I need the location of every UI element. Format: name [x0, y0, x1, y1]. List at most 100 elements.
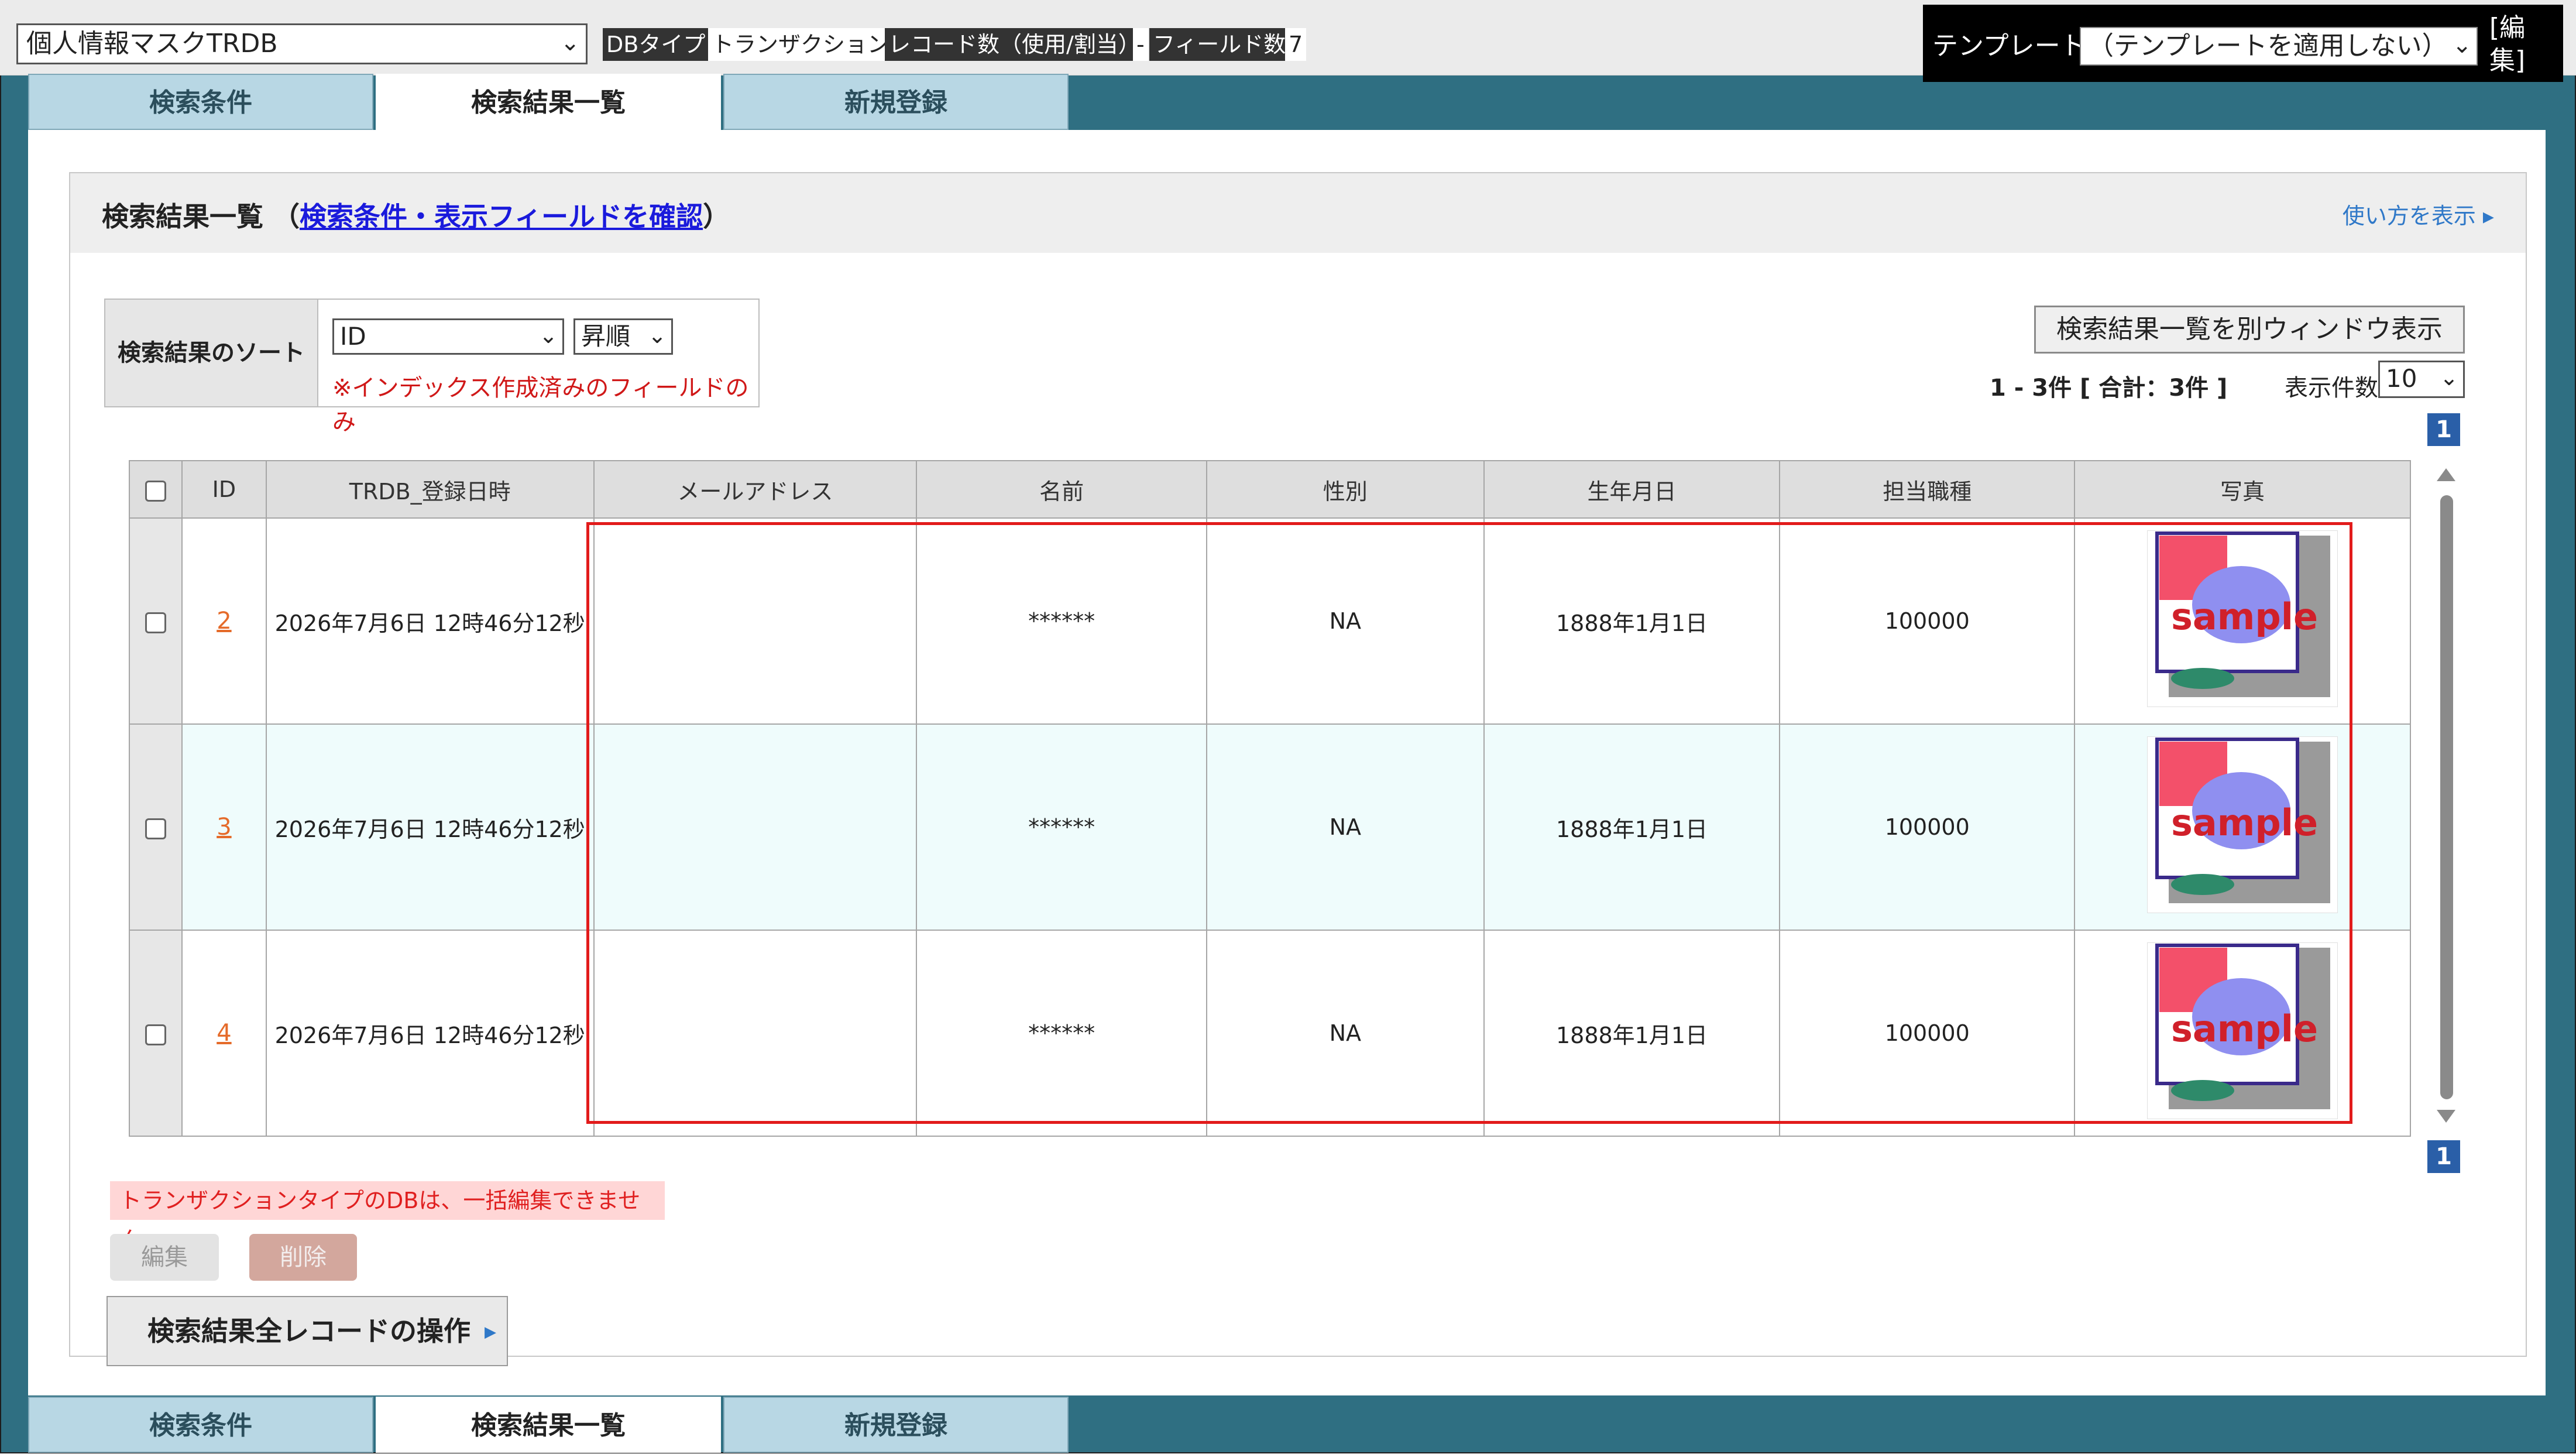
- col-header-id[interactable]: ID: [181, 460, 267, 519]
- scroll-up-icon[interactable]: [2437, 468, 2455, 481]
- main-panel: 検索結果一覧 （検索条件・表示フィールドを確認） 使い方を表示 ▸ 検索結果のソ…: [28, 130, 2546, 1395]
- field-count-label: フィールド数: [1149, 28, 1290, 61]
- triangle-right-icon: ▶: [485, 1323, 496, 1341]
- per-page-label: 表示件数: [2285, 375, 2378, 402]
- sample-text: sample: [2171, 1007, 2318, 1050]
- record-id-link[interactable]: 4: [217, 1020, 231, 1047]
- template-select-value: （テンプレートを適用しない）: [2088, 31, 2448, 61]
- col-header-registered-at[interactable]: TRDB_登録日時: [265, 460, 595, 519]
- page-1-top[interactable]: 1: [2427, 413, 2460, 446]
- tab-search-conditions[interactable]: 検索条件: [28, 1397, 373, 1453]
- record-id-link[interactable]: 2: [217, 608, 231, 635]
- table-scrollbar[interactable]: [2434, 460, 2458, 1132]
- registered-at-cell: 2026年7月6日 12時46分12秒: [265, 517, 595, 725]
- sort-field-value: ID: [340, 322, 366, 351]
- tab-search-results[interactable]: 検索結果一覧: [376, 1397, 721, 1453]
- page-1-bottom[interactable]: 1: [2427, 1140, 2460, 1173]
- tab-bar-bottom: 検索条件 検索結果一覧 新規登録: [28, 1397, 1069, 1453]
- all-records-operation-button[interactable]: 検索結果全レコードの操作 ▶: [107, 1296, 508, 1366]
- record-id-link[interactable]: 3: [217, 814, 231, 841]
- db-type-value: トランザクション: [708, 28, 894, 61]
- id-cell: 2: [181, 517, 267, 725]
- col-header-photo[interactable]: 写真: [2074, 460, 2411, 519]
- row-checkbox[interactable]: [145, 612, 166, 633]
- col-header-gender[interactable]: 性別: [1205, 460, 1485, 519]
- chevron-down-icon: ⌄: [560, 29, 580, 56]
- db-select[interactable]: 個人情報マスクTRDB ⌄: [16, 23, 588, 64]
- col-header-job[interactable]: 担当職種: [1779, 460, 2076, 519]
- howto-link[interactable]: 使い方を表示 ▸: [2343, 198, 2494, 230]
- sample-text: sample: [2171, 801, 2318, 844]
- photo-thumbnail[interactable]: sample: [2147, 736, 2338, 913]
- id-cell: 3: [181, 723, 267, 931]
- chevron-down-icon: ⌄: [539, 323, 558, 348]
- confirm-conditions-link[interactable]: 検索条件・表示フィールドを確認: [300, 201, 703, 232]
- registered-at-cell: 2026年7月6日 12時46分12秒: [265, 723, 595, 931]
- top-bar: 個人情報マスクTRDB ⌄ DBタイプ トランザクション レコード数（使用/割当…: [0, 0, 2576, 82]
- sort-field-select[interactable]: ID ⌄: [332, 318, 564, 355]
- registered-at-cell: 2026年7月6日 12時46分12秒: [265, 930, 595, 1137]
- tab-new-registration[interactable]: 新規登録: [723, 74, 1069, 130]
- delete-button[interactable]: 削除: [249, 1234, 357, 1281]
- results-header: 検索結果一覧 （検索条件・表示フィールドを確認） 使い方を表示 ▸: [70, 173, 2526, 253]
- record-count-label: レコード数（使用/割当）: [885, 28, 1144, 61]
- photo-cell: sample: [2074, 517, 2411, 725]
- name-cell: ******: [916, 517, 1207, 725]
- tab-new-registration[interactable]: 新規登録: [723, 1397, 1069, 1453]
- photo-cell: sample: [2074, 723, 2411, 931]
- edit-button[interactable]: 編集: [110, 1234, 219, 1281]
- sort-order-value: 昇順: [581, 322, 631, 351]
- page-title: 検索結果一覧 （検索条件・表示フィールドを確認）: [102, 196, 730, 234]
- chevron-down-icon: ⌄: [648, 323, 667, 348]
- chevron-down-icon: ⌄: [2452, 32, 2472, 59]
- results-table: ID TRDB_登録日時 メールアドレス 名前 性別 生年月日 担当職種 写真 …: [129, 460, 2411, 1137]
- col-header-birthdate[interactable]: 生年月日: [1483, 460, 1781, 519]
- row-checkbox[interactable]: [145, 1024, 166, 1045]
- birthdate-cell: 1888年1月1日: [1483, 930, 1781, 1137]
- field-count-value: 7: [1285, 28, 1307, 61]
- email-cell: [593, 930, 918, 1137]
- job-cell: 100000: [1779, 517, 2076, 725]
- scroll-down-icon[interactable]: [2437, 1110, 2455, 1123]
- paren-open: （: [273, 201, 300, 232]
- photo-thumbnail[interactable]: sample: [2147, 942, 2338, 1119]
- tab-bar-top: 検索条件 検索結果一覧 新規登録: [28, 74, 1069, 130]
- id-cell: 4: [181, 930, 267, 1137]
- gender-cell: NA: [1205, 930, 1485, 1137]
- name-cell: ******: [916, 930, 1207, 1137]
- tab-search-conditions[interactable]: 検索条件: [28, 74, 373, 130]
- template-edit-link[interactable]: [編集]: [2489, 12, 2536, 77]
- sample-image-icon: sample: [2155, 944, 2331, 1109]
- results-table-wrap: ID TRDB_登録日時 メールアドレス 名前 性別 生年月日 担当職種 写真 …: [129, 460, 2455, 1137]
- job-cell: 100000: [1779, 930, 2076, 1137]
- open-new-window-button[interactable]: 検索結果一覧を別ウィンドウ表示: [2034, 306, 2465, 354]
- gender-cell: NA: [1205, 723, 1485, 931]
- gender-cell: NA: [1205, 517, 1485, 725]
- select-all-header: [129, 460, 183, 519]
- sample-image-icon: sample: [2155, 531, 2331, 697]
- col-header-email[interactable]: メールアドレス: [593, 460, 918, 519]
- select-all-checkbox[interactable]: [145, 480, 166, 502]
- sort-order-select[interactable]: 昇順 ⌄: [573, 318, 673, 355]
- row-checkbox[interactable]: [145, 818, 166, 839]
- bulk-edit-warning: トランザクションタイプのDBは、一括編集できません。: [110, 1181, 665, 1252]
- results-container: 検索結果一覧 （検索条件・表示フィールドを確認） 使い方を表示 ▸ 検索結果のソ…: [69, 172, 2527, 1366]
- tab-search-results[interactable]: 検索結果一覧: [376, 74, 721, 130]
- db-type-label: DBタイプ: [603, 28, 709, 61]
- result-count: 1 - 3件 [ 合計：3件 ]: [1990, 375, 2228, 402]
- table-row: 3 2026年7月6日 12時46分12秒 ****** NA 1888年1月1…: [129, 723, 2411, 931]
- sort-note: ※インデックス作成済みのフィールドのみ: [332, 375, 749, 435]
- row-select-cell: [129, 517, 183, 725]
- email-cell: [593, 723, 918, 931]
- per-page-select[interactable]: 10 ⌄: [2378, 361, 2465, 398]
- template-select[interactable]: （テンプレートを適用しない） ⌄: [2080, 27, 2478, 66]
- name-cell: ******: [916, 723, 1207, 931]
- birthdate-cell: 1888年1月1日: [1483, 517, 1781, 725]
- email-cell: [593, 517, 918, 725]
- template-label: テンプレート: [1932, 31, 2086, 61]
- scroll-thumb[interactable]: [2440, 495, 2453, 1099]
- col-header-name[interactable]: 名前: [916, 460, 1207, 519]
- sample-image-icon: sample: [2155, 738, 2331, 903]
- photo-thumbnail[interactable]: sample: [2147, 530, 2338, 707]
- page-title-text: 検索結果一覧: [102, 201, 263, 232]
